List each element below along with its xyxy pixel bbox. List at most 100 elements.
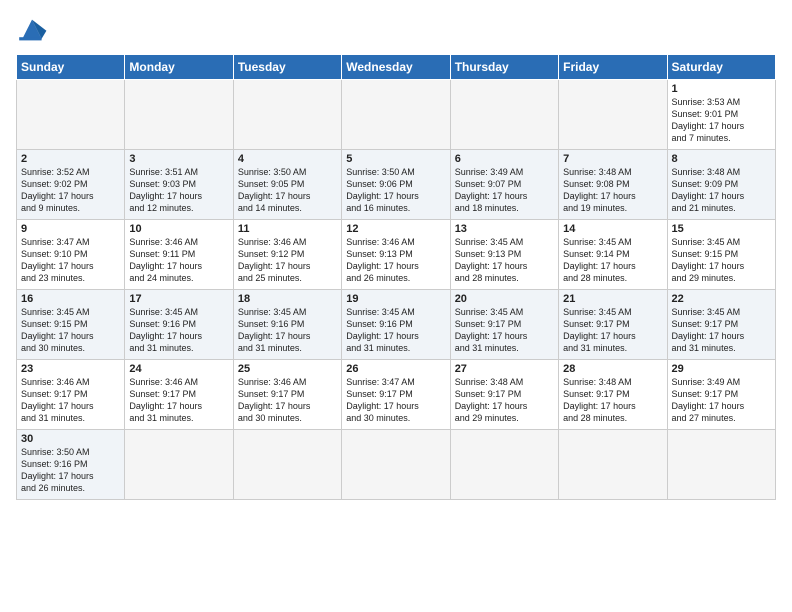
day-number: 17 bbox=[129, 293, 228, 305]
calendar-cell bbox=[17, 80, 125, 150]
day-number: 27 bbox=[455, 363, 554, 375]
day-number: 7 bbox=[563, 153, 662, 165]
calendar-cell: 9Sunrise: 3:47 AM Sunset: 9:10 PM Daylig… bbox=[17, 220, 125, 290]
calendar-cell: 27Sunrise: 3:48 AM Sunset: 9:17 PM Dayli… bbox=[450, 360, 558, 430]
calendar-cell: 29Sunrise: 3:49 AM Sunset: 9:17 PM Dayli… bbox=[667, 360, 775, 430]
calendar-cell bbox=[559, 430, 667, 500]
day-number: 15 bbox=[672, 223, 771, 235]
weekday-header-saturday: Saturday bbox=[667, 55, 775, 80]
day-info: Sunrise: 3:50 AM Sunset: 9:05 PM Dayligh… bbox=[238, 166, 337, 215]
calendar-cell: 13Sunrise: 3:45 AM Sunset: 9:13 PM Dayli… bbox=[450, 220, 558, 290]
weekday-header-wednesday: Wednesday bbox=[342, 55, 450, 80]
day-number: 25 bbox=[238, 363, 337, 375]
day-info: Sunrise: 3:45 AM Sunset: 9:15 PM Dayligh… bbox=[672, 236, 771, 285]
day-info: Sunrise: 3:48 AM Sunset: 9:17 PM Dayligh… bbox=[455, 376, 554, 425]
day-info: Sunrise: 3:53 AM Sunset: 9:01 PM Dayligh… bbox=[672, 96, 771, 145]
day-number: 22 bbox=[672, 293, 771, 305]
calendar-cell: 6Sunrise: 3:49 AM Sunset: 9:07 PM Daylig… bbox=[450, 150, 558, 220]
calendar-cell: 16Sunrise: 3:45 AM Sunset: 9:15 PM Dayli… bbox=[17, 290, 125, 360]
weekday-header-monday: Monday bbox=[125, 55, 233, 80]
day-number: 2 bbox=[21, 153, 120, 165]
day-number: 20 bbox=[455, 293, 554, 305]
day-info: Sunrise: 3:45 AM Sunset: 9:13 PM Dayligh… bbox=[455, 236, 554, 285]
day-info: Sunrise: 3:45 AM Sunset: 9:15 PM Dayligh… bbox=[21, 306, 120, 355]
calendar-cell: 24Sunrise: 3:46 AM Sunset: 9:17 PM Dayli… bbox=[125, 360, 233, 430]
day-number: 23 bbox=[21, 363, 120, 375]
calendar-cell: 10Sunrise: 3:46 AM Sunset: 9:11 PM Dayli… bbox=[125, 220, 233, 290]
day-info: Sunrise: 3:46 AM Sunset: 9:12 PM Dayligh… bbox=[238, 236, 337, 285]
calendar-cell: 23Sunrise: 3:46 AM Sunset: 9:17 PM Dayli… bbox=[17, 360, 125, 430]
day-info: Sunrise: 3:45 AM Sunset: 9:16 PM Dayligh… bbox=[346, 306, 445, 355]
calendar-cell: 3Sunrise: 3:51 AM Sunset: 9:03 PM Daylig… bbox=[125, 150, 233, 220]
day-info: Sunrise: 3:45 AM Sunset: 9:16 PM Dayligh… bbox=[238, 306, 337, 355]
day-info: Sunrise: 3:46 AM Sunset: 9:17 PM Dayligh… bbox=[238, 376, 337, 425]
day-number: 9 bbox=[21, 223, 120, 235]
calendar-week-row: 23 Sunrise: 3:46 AM Sunset: 9:17 PM Dayli… bbox=[17, 360, 776, 430]
calendar-cell: 21Sunrise: 3:45 AM Sunset: 9:17 PM Dayli… bbox=[559, 290, 667, 360]
calendar-cell: 30Sunrise: 3:50 AM Sunset: 9:16 PM Dayli… bbox=[17, 430, 125, 500]
day-number: 10 bbox=[129, 223, 228, 235]
day-number: 4 bbox=[238, 153, 337, 165]
day-info: Sunrise: 3:49 AM Sunset: 9:07 PM Dayligh… bbox=[455, 166, 554, 215]
weekday-header-thursday: Thursday bbox=[450, 55, 558, 80]
calendar-cell: 18Sunrise: 3:45 AM Sunset: 9:16 PM Dayli… bbox=[233, 290, 341, 360]
calendar-week-row: 2Sunrise: 3:52 AM Sunset: 9:02 PM Daylig… bbox=[17, 150, 776, 220]
calendar-cell: 14Sunrise: 3:45 AM Sunset: 9:14 PM Dayli… bbox=[559, 220, 667, 290]
day-info: Sunrise: 3:47 AM Sunset: 9:10 PM Dayligh… bbox=[21, 236, 120, 285]
calendar-cell: 20Sunrise: 3:45 AM Sunset: 9:17 PM Dayli… bbox=[450, 290, 558, 360]
day-info: Sunrise: 3:45 AM Sunset: 9:17 PM Dayligh… bbox=[455, 306, 554, 355]
day-number: 8 bbox=[672, 153, 771, 165]
day-number: 26 bbox=[346, 363, 445, 375]
calendar-week-row: 1Sunrise: 3:53 AM Sunset: 9:01 PM Daylig… bbox=[17, 80, 776, 150]
day-info: Sunrise: 3:46 AM Sunset: 9:17 PM Dayligh… bbox=[129, 376, 228, 425]
day-number: 24 bbox=[129, 363, 228, 375]
day-number: 3 bbox=[129, 153, 228, 165]
calendar-cell: 19Sunrise: 3:45 AM Sunset: 9:16 PM Dayli… bbox=[342, 290, 450, 360]
day-number: 28 bbox=[563, 363, 662, 375]
calendar-cell: 28Sunrise: 3:48 AM Sunset: 9:17 PM Dayli… bbox=[559, 360, 667, 430]
calendar-cell bbox=[125, 430, 233, 500]
day-number: 11 bbox=[238, 223, 337, 235]
day-info: Sunrise: 3:50 AM Sunset: 9:16 PM Dayligh… bbox=[21, 446, 120, 495]
day-info: Sunrise: 3:48 AM Sunset: 9:09 PM Dayligh… bbox=[672, 166, 771, 215]
weekday-header-friday: Friday bbox=[559, 55, 667, 80]
day-info: Sunrise: 3:45 AM Sunset: 9:17 PM Dayligh… bbox=[672, 306, 771, 355]
day-number: 19 bbox=[346, 293, 445, 305]
weekday-header-tuesday: Tuesday bbox=[233, 55, 341, 80]
calendar-table: SundayMondayTuesdayWednesdayThursdayFrid… bbox=[16, 54, 776, 500]
day-info: Sunrise: 3:45 AM Sunset: 9:16 PM Dayligh… bbox=[129, 306, 228, 355]
day-number: 6 bbox=[455, 153, 554, 165]
day-number: 30 bbox=[21, 433, 120, 445]
calendar-cell: 7Sunrise: 3:48 AM Sunset: 9:08 PM Daylig… bbox=[559, 150, 667, 220]
calendar-cell: 1Sunrise: 3:53 AM Sunset: 9:01 PM Daylig… bbox=[667, 80, 775, 150]
weekday-header-row: SundayMondayTuesdayWednesdayThursdayFrid… bbox=[17, 55, 776, 80]
day-number: 12 bbox=[346, 223, 445, 235]
calendar-cell: 22Sunrise: 3:45 AM Sunset: 9:17 PM Dayli… bbox=[667, 290, 775, 360]
calendar-cell: 17Sunrise: 3:45 AM Sunset: 9:16 PM Dayli… bbox=[125, 290, 233, 360]
logo bbox=[16, 16, 52, 44]
page-header bbox=[16, 16, 776, 44]
calendar-cell: 25Sunrise: 3:46 AM Sunset: 9:17 PM Dayli… bbox=[233, 360, 341, 430]
day-info: Sunrise: 3:52 AM Sunset: 9:02 PM Dayligh… bbox=[21, 166, 120, 215]
day-info: Sunrise: 3:48 AM Sunset: 9:08 PM Dayligh… bbox=[563, 166, 662, 215]
logo-icon bbox=[16, 16, 48, 44]
day-info: Sunrise: 3:50 AM Sunset: 9:06 PM Dayligh… bbox=[346, 166, 445, 215]
day-number: 13 bbox=[455, 223, 554, 235]
calendar-cell bbox=[450, 430, 558, 500]
calendar-cell bbox=[233, 80, 341, 150]
calendar-cell bbox=[559, 80, 667, 150]
weekday-header-sunday: Sunday bbox=[17, 55, 125, 80]
calendar-cell: 15Sunrise: 3:45 AM Sunset: 9:15 PM Dayli… bbox=[667, 220, 775, 290]
calendar-cell: 2Sunrise: 3:52 AM Sunset: 9:02 PM Daylig… bbox=[17, 150, 125, 220]
calendar-cell bbox=[342, 430, 450, 500]
calendar-cell: 12Sunrise: 3:46 AM Sunset: 9:13 PM Dayli… bbox=[342, 220, 450, 290]
calendar-week-row: 9Sunrise: 3:47 AM Sunset: 9:10 PM Daylig… bbox=[17, 220, 776, 290]
day-number: 29 bbox=[672, 363, 771, 375]
calendar-cell bbox=[125, 80, 233, 150]
day-number: 16 bbox=[21, 293, 120, 305]
day-info: Sunrise: 3:47 AM Sunset: 9:17 PM Dayligh… bbox=[346, 376, 445, 425]
calendar-cell: 4Sunrise: 3:50 AM Sunset: 9:05 PM Daylig… bbox=[233, 150, 341, 220]
calendar-cell: 26Sunrise: 3:47 AM Sunset: 9:17 PM Dayli… bbox=[342, 360, 450, 430]
day-info: Sunrise: 3:46 AM Sunset: 9:11 PM Dayligh… bbox=[129, 236, 228, 285]
day-info: Sunrise: 3:48 AM Sunset: 9:17 PM Dayligh… bbox=[563, 376, 662, 425]
